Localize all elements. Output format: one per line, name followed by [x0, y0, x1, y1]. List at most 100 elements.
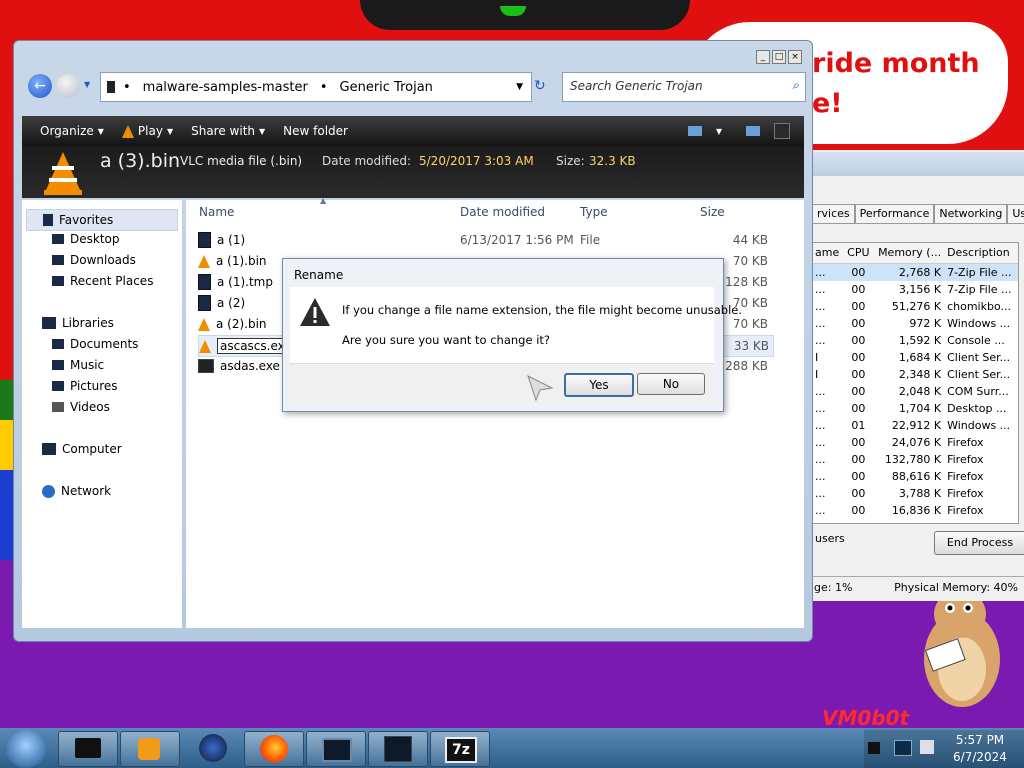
- nav-downloads-label: Downloads: [70, 253, 136, 267]
- process-cpu: 00: [851, 266, 866, 279]
- process-row[interactable]: ... 00 51,276 K chomikbo...: [813, 298, 1018, 315]
- end-process-button[interactable]: End Process: [934, 531, 1024, 555]
- process-row[interactable]: ... 00 16,836 K Firefox: [813, 502, 1018, 519]
- process-row[interactable]: I 00 2,348 K Client Ser...: [813, 366, 1018, 383]
- change-view-icon[interactable]: [687, 126, 702, 136]
- process-row[interactable]: ... 01 22,912 K Windows ...: [813, 417, 1018, 434]
- taskbar-explorer-button[interactable]: [58, 731, 118, 767]
- forward-button[interactable]: [56, 74, 80, 98]
- start-button[interactable]: [6, 730, 46, 768]
- tab-services[interactable]: rvices: [812, 204, 855, 224]
- file-row[interactable]: a (1) 6/13/2017 1:56 PM File 44 KB: [198, 230, 772, 250]
- folder-icon: [107, 81, 115, 93]
- search-input[interactable]: Search Generic Trojan ⌕: [562, 72, 806, 102]
- column-header-size[interactable]: Size: [700, 205, 725, 219]
- preview-pane-icon[interactable]: [746, 126, 760, 136]
- process-row[interactable]: I 00 1,684 K Client Ser...: [813, 349, 1018, 366]
- tab-performance[interactable]: Performance: [854, 204, 935, 224]
- desktop-icon: [52, 234, 64, 244]
- nav-desktop[interactable]: Desktop: [52, 232, 120, 246]
- view-options-dropdown-icon[interactable]: ▼: [716, 127, 722, 136]
- nav-network[interactable]: Network: [42, 484, 111, 498]
- nav-documents-label: Documents: [70, 337, 139, 351]
- nav-libraries-label: Libraries: [62, 316, 114, 330]
- process-memory: 51,276 K: [891, 300, 942, 313]
- process-row[interactable]: ... 00 1,704 K Desktop ...: [813, 400, 1018, 417]
- help-icon[interactable]: [774, 123, 790, 139]
- process-description: Windows ...: [947, 419, 1011, 432]
- process-row[interactable]: ... 00 1,592 K Console ...: [813, 332, 1018, 349]
- file-name-cell: a (1): [198, 232, 448, 248]
- process-row[interactable]: ... 00 132,780 K Firefox: [813, 451, 1018, 468]
- process-row[interactable]: ... 00 3,788 K Firefox: [813, 485, 1018, 502]
- taskbar-7zip-button[interactable]: 7z: [430, 731, 490, 767]
- breadcrumb-item-malware-samples-master[interactable]: malware-samples-master: [143, 80, 308, 95]
- nav-libraries[interactable]: Libraries: [42, 316, 114, 330]
- refresh-icon[interactable]: ↻: [534, 78, 546, 94]
- nav-documents[interactable]: Documents: [52, 337, 138, 351]
- taskbar-app-button[interactable]: [182, 731, 240, 765]
- nav-favorites[interactable]: Favorites: [26, 209, 178, 231]
- file-name: asdas.exe: [220, 359, 280, 373]
- nav-recent-places[interactable]: Recent Places: [52, 274, 153, 288]
- process-row[interactable]: ... 00 24,076 K Firefox: [813, 434, 1018, 451]
- process-row[interactable]: ... 00 88,616 K Firefox: [813, 468, 1018, 485]
- address-dropdown-icon[interactable]: ▼: [516, 82, 523, 92]
- process-memory: 132,780 K: [884, 453, 942, 466]
- minimize-button[interactable]: _: [756, 50, 770, 64]
- new-folder-button[interactable]: New folder: [283, 124, 348, 138]
- yes-button[interactable]: Yes: [564, 373, 634, 397]
- process-name: I: [815, 368, 819, 381]
- breadcrumb-item-generic-trojan[interactable]: Generic Trojan: [340, 80, 433, 95]
- taskbar-window-button[interactable]: [306, 731, 366, 767]
- sort-arrow-icon: ▲: [320, 196, 327, 205]
- process-cpu: 00: [851, 487, 866, 500]
- close-button[interactable]: ×: [788, 50, 802, 64]
- taskbar-task-manager-button[interactable]: [368, 731, 428, 767]
- process-row[interactable]: ... 00 2,768 K 7-Zip File ...: [813, 264, 1018, 281]
- vlc-large-icon: [44, 152, 82, 195]
- play-menu[interactable]: Play ▼: [121, 124, 173, 138]
- tray-flag-icon[interactable]: [868, 742, 880, 754]
- taskbar-clock[interactable]: 5:57 PM 6/7/2024: [938, 732, 1022, 766]
- back-button[interactable]: ←: [28, 74, 52, 98]
- process-row[interactable]: ... 00 3,156 K 7-Zip File ...: [813, 281, 1018, 298]
- column-header-type[interactable]: Type: [580, 205, 608, 219]
- nav-downloads[interactable]: Downloads: [52, 253, 136, 267]
- process-memory: 1,704 K: [898, 402, 942, 415]
- breadcrumb[interactable]: • malware-samples-master • Generic Troja…: [100, 72, 532, 102]
- taskbar-firefox-button[interactable]: [244, 731, 304, 767]
- no-button[interactable]: No: [637, 373, 705, 395]
- file-name: a (2): [217, 296, 246, 310]
- column-memory[interactable]: Memory (...: [874, 243, 947, 263]
- process-cpu: 01: [851, 419, 866, 432]
- process-cpu: 00: [851, 402, 866, 415]
- tray-volume-icon[interactable]: [920, 740, 934, 754]
- column-header-name[interactable]: Name: [199, 205, 234, 219]
- process-row[interactable]: ... 00 972 K Windows ...: [813, 315, 1018, 332]
- nav-music[interactable]: Music: [52, 358, 104, 372]
- tab-users[interactable]: Users: [1007, 204, 1024, 224]
- videos-icon: [52, 402, 64, 412]
- nav-videos[interactable]: Videos: [52, 400, 110, 414]
- nav-pictures[interactable]: Pictures: [52, 379, 118, 393]
- tray-network-icon[interactable]: [894, 740, 912, 756]
- share-with-menu[interactable]: Share with ▼: [191, 124, 265, 138]
- maximize-button[interactable]: □: [772, 50, 786, 64]
- recent-pages-dropdown-icon[interactable]: ▼: [84, 80, 90, 89]
- column-description[interactable]: Description: [947, 243, 1018, 263]
- process-list[interactable]: ame CPU Memory (... Description ... 00 2,7…: [812, 242, 1019, 524]
- search-icon[interactable]: ⌕: [792, 78, 799, 93]
- process-name: ...: [815, 453, 826, 466]
- organize-menu[interactable]: Organize ▼: [40, 124, 104, 138]
- tab-networking[interactable]: Networking: [934, 204, 1008, 224]
- column-cpu[interactable]: CPU: [843, 243, 875, 263]
- taskbar-media-player-button[interactable]: [120, 731, 180, 767]
- file-icon: [198, 274, 211, 290]
- task-manager-titlebar[interactable]: [812, 152, 1024, 176]
- process-name: ...: [815, 419, 826, 432]
- process-row[interactable]: ... 00 2,048 K COM Surr...: [813, 383, 1018, 400]
- nav-computer[interactable]: Computer: [42, 442, 122, 456]
- column-name[interactable]: ame: [813, 243, 843, 263]
- column-header-date[interactable]: Date modified: [460, 205, 545, 219]
